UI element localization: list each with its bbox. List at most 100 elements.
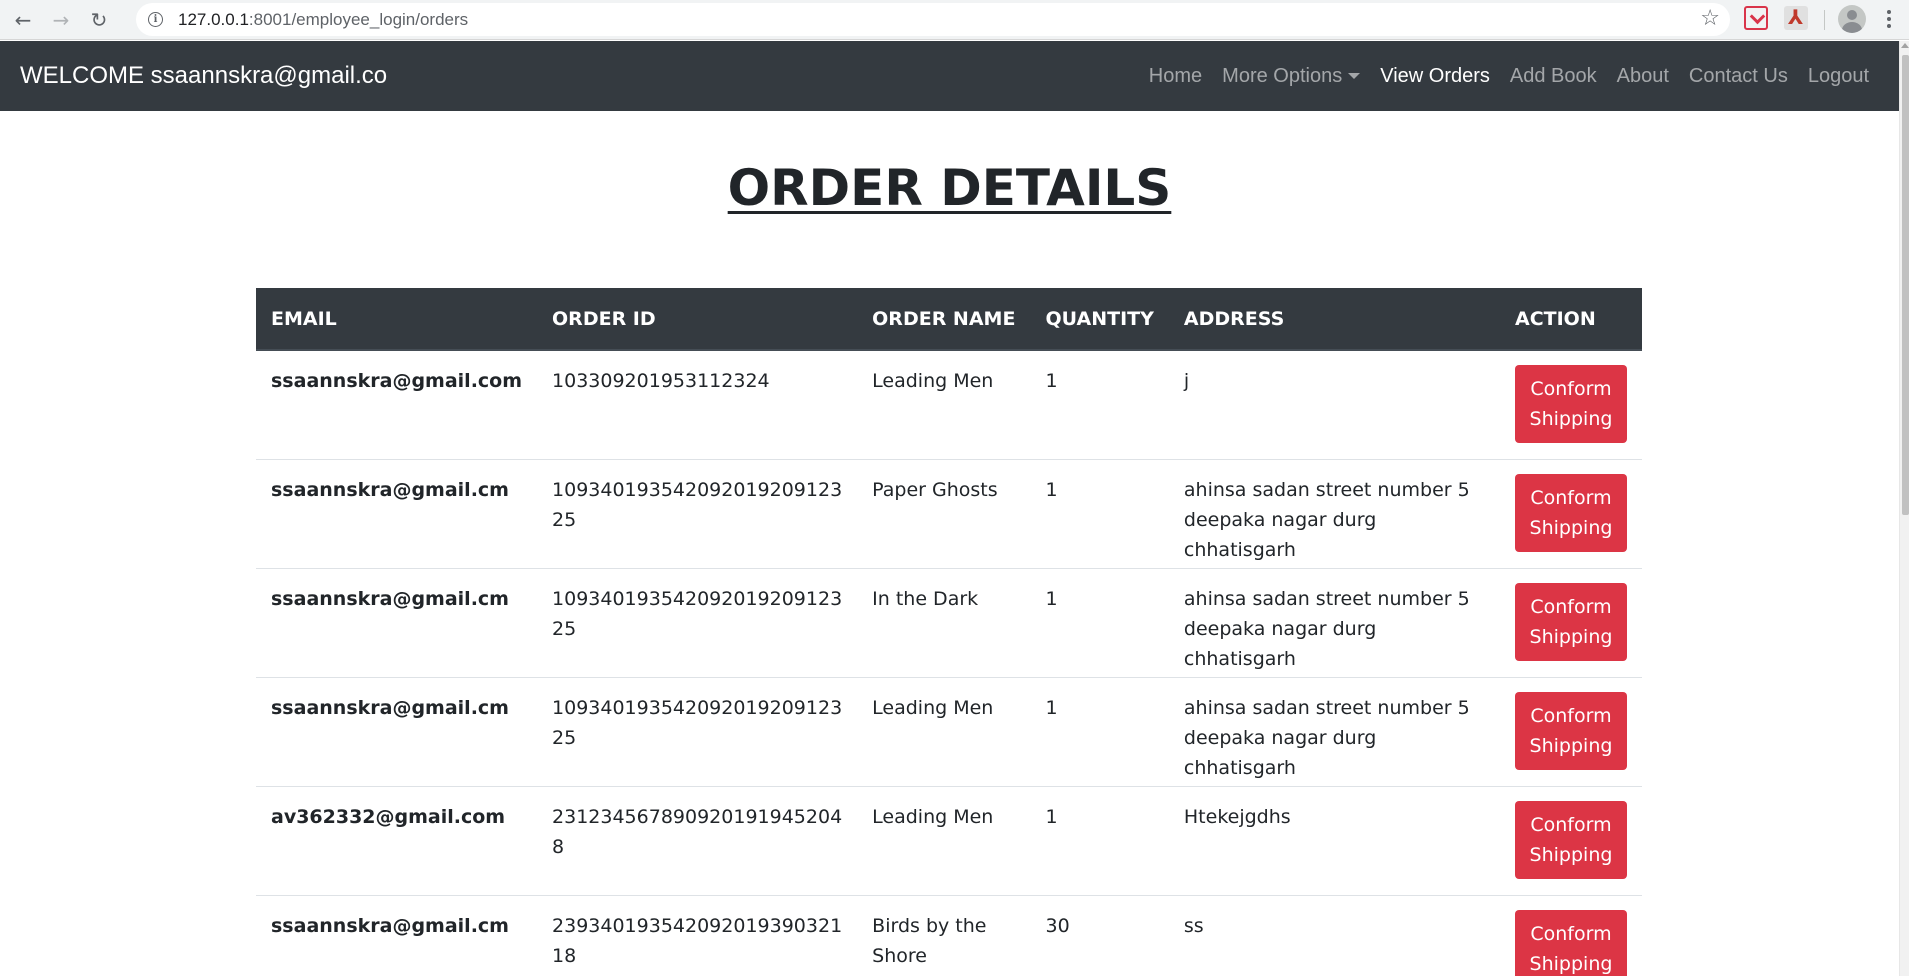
table-header-row: EMAIL ORDER ID ORDER NAME QUANTITY ADDRE… xyxy=(256,288,1642,351)
cell-quantity: 1 xyxy=(1030,349,1169,459)
cell-email: ssaannskra@gmail.cm xyxy=(256,458,538,568)
nav-contact-us[interactable]: Contact Us xyxy=(1679,65,1798,88)
cell-action: Conform Shipping xyxy=(1499,894,1642,976)
header-order-id: ORDER ID xyxy=(537,288,858,351)
conform-shipping-button[interactable]: Conform Shipping xyxy=(1514,582,1627,661)
scrollbar-thumb[interactable] xyxy=(1902,55,1909,515)
info-icon[interactable]: i xyxy=(148,12,163,27)
cell-quantity: 1 xyxy=(1030,785,1169,895)
cell-email: ssaannskra@gmail.cm xyxy=(256,567,538,677)
address-bar[interactable]: i 127.0.0.1:8001/employee_login/orders ☆ xyxy=(136,3,1730,36)
cell-email: ssaannskra@gmail.cm xyxy=(256,894,538,976)
nav-add-book[interactable]: Add Book xyxy=(1500,65,1607,88)
cell-order-name: Paper Ghosts xyxy=(857,458,1031,568)
conform-shipping-button[interactable]: Conform Shipping xyxy=(1514,365,1627,443)
button-label-line2: Shipping xyxy=(1529,516,1613,539)
url-host: 127.0.0.1 xyxy=(178,9,249,29)
cell-quantity: 1 xyxy=(1030,567,1169,677)
button-label-line2: Shipping xyxy=(1529,408,1613,430)
button-label-line1: Conform xyxy=(1530,378,1612,400)
button-label-line1: Conform xyxy=(1530,595,1612,618)
header-email: EMAIL xyxy=(256,288,538,351)
table-row: ssaannskra@gmail.cm 10934019354209201920… xyxy=(256,676,1642,786)
nav-home[interactable]: Home xyxy=(1139,65,1212,88)
nav-links: Home More Options View Orders Add Book A… xyxy=(1139,65,1879,88)
cell-quantity: 30 xyxy=(1030,894,1169,976)
table-row: ssaannskra@gmail.cm 10934019354209201920… xyxy=(256,458,1642,568)
button-label-line2: Shipping xyxy=(1529,843,1613,866)
cell-order-id: 231234567890920191945204​8 xyxy=(537,785,858,895)
cell-address: Htekejgdhs xyxy=(1168,785,1500,895)
back-arrow-icon[interactable]: ← xyxy=(8,5,38,35)
cell-order-name: Birds by the Shore xyxy=(857,894,1031,976)
cell-order-name: Leading Men xyxy=(857,676,1031,786)
bookmark-star-icon[interactable]: ☆ xyxy=(1700,6,1720,31)
page-title: ORDER DETAILS xyxy=(727,159,1172,217)
page-scrollbar[interactable] xyxy=(1899,41,1909,976)
profile-avatar-icon[interactable] xyxy=(1838,5,1866,33)
header-address: ADDRESS xyxy=(1168,288,1500,351)
cell-order-name: Leading Men xyxy=(857,785,1031,895)
button-label-line2: Shipping xyxy=(1529,952,1613,975)
page: WELCOME ssaannskra@gmail.co Home More Op… xyxy=(0,41,1899,976)
header-quantity: QUANTITY xyxy=(1030,288,1169,351)
conform-shipping-button[interactable]: Conform Shipping xyxy=(1514,909,1627,976)
welcome-brand[interactable]: WELCOME ssaannskra@gmail.co xyxy=(20,62,387,90)
scroll-up-arrow-icon[interactable] xyxy=(1901,43,1909,48)
table-row: ssaannskra@gmail.cm 23934019354209201939… xyxy=(256,894,1642,976)
button-label-line2: Shipping xyxy=(1529,734,1613,757)
orders-table: EMAIL ORDER ID ORDER NAME QUANTITY ADDRE… xyxy=(256,288,1642,976)
conform-shipping-button[interactable]: Conform Shipping xyxy=(1514,800,1627,879)
button-label-line1: Conform xyxy=(1530,486,1612,509)
conform-shipping-button[interactable]: Conform Shipping xyxy=(1514,691,1627,770)
cell-order-id: 109340193542092019209123​25 xyxy=(537,458,858,568)
nav-more-options-label: More Options xyxy=(1222,64,1343,87)
cell-action: Conform Shipping xyxy=(1499,785,1642,895)
cell-order-name: Leading Men xyxy=(857,349,1031,459)
url-text: 127.0.0.1:8001/employee_login/orders xyxy=(178,10,468,30)
toolbar-divider xyxy=(1824,10,1825,30)
pocket-extension-icon[interactable] xyxy=(1744,6,1768,30)
browser-toolbar: ← → ↻ i 127.0.0.1:8001/employee_login/or… xyxy=(0,0,1909,40)
cell-action: Conform Shipping xyxy=(1499,567,1642,677)
button-label-line1: Conform xyxy=(1530,704,1612,727)
cell-order-id: 239340193542092019390321​18 xyxy=(537,894,858,976)
header-order-name: ORDER NAME xyxy=(857,288,1031,351)
table-row: ssaannskra@gmail.com 103309201953112324 … xyxy=(256,349,1642,459)
cell-address: j xyxy=(1168,349,1500,459)
conform-shipping-button[interactable]: Conform Shipping xyxy=(1514,473,1627,552)
caret-down-icon xyxy=(1348,73,1361,79)
cell-quantity: 1 xyxy=(1030,676,1169,786)
button-label-line2: Shipping xyxy=(1529,625,1613,648)
cell-address: ahinsa sadan street number 5 deepaka nag… xyxy=(1168,676,1500,786)
cell-email: av362332@gmail.com xyxy=(256,785,538,895)
cell-address: ahinsa sadan street number 5 deepaka nag… xyxy=(1168,458,1500,568)
cell-quantity: 1 xyxy=(1030,458,1169,568)
acrobat-extension-icon[interactable] xyxy=(1784,5,1808,30)
nav-more-options[interactable]: More Options xyxy=(1212,65,1370,88)
reload-icon[interactable]: ↻ xyxy=(84,5,114,35)
cell-address: ss xyxy=(1168,894,1500,976)
top-navbar: WELCOME ssaannskra@gmail.co Home More Op… xyxy=(0,41,1899,111)
nav-logout[interactable]: Logout xyxy=(1798,65,1879,88)
browser-menu-icon[interactable] xyxy=(1886,7,1892,31)
button-label-line1: Conform xyxy=(1530,813,1612,836)
cell-order-id: 109340193542092019209123​25 xyxy=(537,567,858,677)
cell-action: Conform Shipping xyxy=(1499,458,1642,568)
cell-address: ahinsa sadan street number 5 deepaka nag… xyxy=(1168,567,1500,677)
nav-about[interactable]: About xyxy=(1607,65,1679,88)
nav-view-orders[interactable]: View Orders xyxy=(1370,65,1500,88)
header-action: ACTION xyxy=(1499,288,1642,351)
cell-order-id: 109340193542092019209123​25 xyxy=(537,676,858,786)
cell-action: Conform Shipping xyxy=(1499,349,1642,459)
cell-order-id: 103309201953112324 xyxy=(537,349,858,459)
button-label-line1: Conform xyxy=(1530,922,1612,945)
forward-arrow-icon[interactable]: → xyxy=(46,5,76,35)
table-row: av362332@gmail.com 231234567890920191945… xyxy=(256,785,1642,895)
cell-action: Conform Shipping xyxy=(1499,676,1642,786)
cell-email: ssaannskra@gmail.com xyxy=(256,349,538,459)
url-path: :8001/employee_login/orders xyxy=(248,9,469,29)
cell-order-name: In the Dark xyxy=(857,567,1031,677)
table-row: ssaannskra@gmail.cm 10934019354209201920… xyxy=(256,567,1642,677)
cell-email: ssaannskra@gmail.cm xyxy=(256,676,538,786)
